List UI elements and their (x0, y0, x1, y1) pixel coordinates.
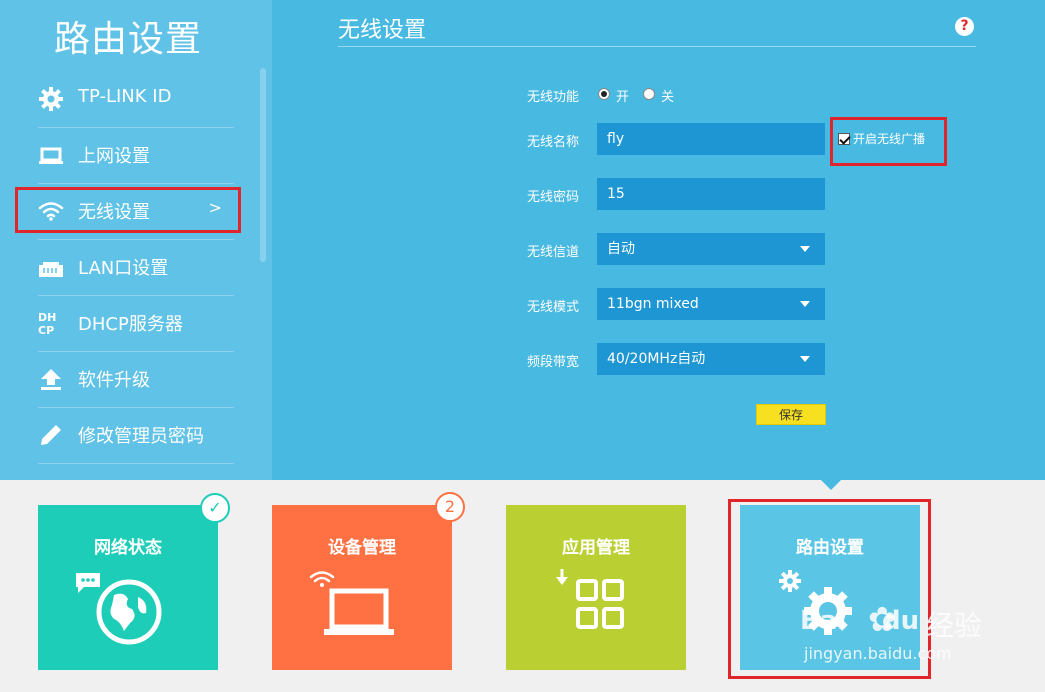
channel-select[interactable]: 自动 (597, 233, 825, 265)
radio-off[interactable] (643, 88, 655, 100)
password-value: 15 (607, 186, 625, 202)
laptop-icon (39, 147, 63, 164)
pencil-icon (41, 425, 61, 445)
ssid-input[interactable]: fly (597, 123, 825, 155)
sidebar-item-label: 软件升级 (78, 370, 150, 391)
gear-icon (39, 87, 63, 111)
chevron-down-icon (800, 301, 810, 307)
ssid-value: fly (607, 131, 625, 147)
channel-value: 自动 (607, 241, 635, 257)
bandwidth-label: 频段带宽 (527, 355, 580, 370)
tile-title: 网络状态 (94, 538, 162, 558)
channel-label: 无线信道 (527, 245, 580, 260)
tile-title: 应用管理 (562, 538, 630, 558)
sidebar-item-tplink-id[interactable]: TP-LINK ID (38, 72, 234, 128)
wireless-function-label: 无线功能 (527, 90, 580, 105)
tile-network-status[interactable]: 网络状态 ✓ (38, 493, 230, 670)
save-button[interactable]: 保存 (756, 404, 826, 425)
radio-off-label: 关 (661, 90, 675, 105)
mode-select[interactable]: 11bgn mixed (597, 288, 825, 320)
watermark-brand: Bai (800, 606, 847, 636)
laptop-wifi-icon (309, 571, 394, 635)
dhcp-icon: DHCP (38, 311, 56, 336)
chevron-down-icon (800, 246, 810, 252)
sidebar-item-internet[interactable]: 上网设置 (38, 128, 234, 184)
radio-on-label: 开 (616, 90, 630, 105)
sidebar-scrollbar[interactable] (260, 68, 266, 262)
sidebar: 路由设置 TP-LINK ID 上网设置 无线设置 > LAN口设置 DH CP … (0, 0, 272, 480)
help-icon[interactable]: ? (955, 17, 974, 36)
sidebar-item-label: TP-LINK ID (78, 86, 172, 107)
upload-icon (41, 369, 61, 390)
mode-value: 11bgn mixed (607, 296, 699, 312)
sidebar-item-upgrade[interactable]: 软件升级 (38, 352, 234, 408)
app-grid-icon (556, 569, 624, 629)
dhcp-icon-text-bottom: CP (38, 324, 54, 336)
sidebar-item-admin-password[interactable]: 修改管理员密码 (38, 408, 234, 464)
watermark-brand-du: du (882, 606, 920, 636)
sidebar-item-label: LAN口设置 (78, 258, 169, 279)
main-panel: 无线设置 ? 无线功能 开 关 无线名称 fly 开启无线广播 无线密码 15 … (272, 0, 1045, 480)
bandwidth-select[interactable]: 40/20MHz自动 (597, 343, 825, 375)
active-tile-pointer (821, 480, 841, 490)
password-label: 无线密码 (527, 190, 580, 205)
sidebar-item-label: 上网设置 (78, 146, 150, 167)
bandwidth-value: 40/20MHz自动 (607, 351, 706, 367)
chevron-down-icon (800, 356, 810, 362)
status-ok-badge: ✓ (200, 493, 230, 523)
sidebar-title: 路由设置 (54, 19, 203, 60)
tile-title: 设备管理 (328, 538, 396, 558)
title-divider (338, 46, 976, 47)
tile-app-management[interactable]: 应用管理 (506, 505, 686, 670)
sidebar-item-dhcp[interactable]: DH CP DHCP服务器 (38, 296, 234, 352)
sidebar-item-lan[interactable]: LAN口设置 (38, 240, 234, 296)
sidebar-item-label: DHCP服务器 (78, 314, 183, 335)
highlight-box-broadcast (830, 117, 947, 166)
sidebar-item-label: 修改管理员密码 (78, 426, 204, 447)
device-count-badge: 2 (435, 492, 465, 522)
tile-device-management[interactable]: 设备管理 2 (272, 492, 465, 670)
watermark-text: 经验 (926, 609, 983, 642)
page-title: 无线设置 (338, 18, 427, 43)
globe-chat-icon (76, 573, 162, 645)
mode-label: 无线模式 (527, 300, 580, 315)
password-input[interactable]: 15 (597, 178, 825, 210)
watermark-url: jingyan.baidu.com (804, 644, 952, 663)
ssid-label: 无线名称 (527, 135, 580, 150)
dhcp-icon-text-top: DH (38, 311, 56, 324)
radio-on[interactable] (598, 88, 610, 100)
ethernet-port-icon (39, 262, 63, 277)
highlight-box-wireless (15, 187, 241, 233)
